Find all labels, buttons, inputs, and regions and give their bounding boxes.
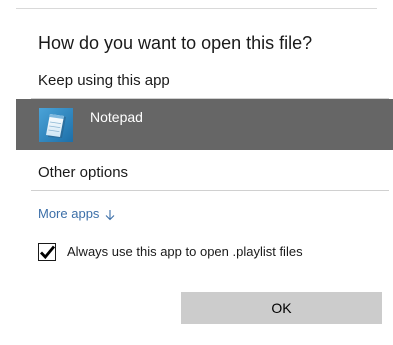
ok-button[interactable]: OK xyxy=(181,292,382,324)
app-name: Notepad xyxy=(90,109,143,125)
always-use-label: Always use this app to open .playlist fi… xyxy=(67,244,303,259)
other-options-label: Other options xyxy=(38,164,129,181)
notepad-icon xyxy=(39,108,73,142)
section-divider xyxy=(31,190,389,191)
dialog-title: How do you want to open this file? xyxy=(38,33,313,53)
more-apps-link[interactable]: More apps xyxy=(38,205,115,223)
top-divider xyxy=(16,8,377,9)
app-item-notepad[interactable]: Notepad xyxy=(16,99,393,150)
more-apps-label: More apps xyxy=(38,206,100,221)
checkmark-icon xyxy=(39,245,56,260)
always-use-option[interactable]: Always use this app to open .playlist fi… xyxy=(38,242,303,262)
arrow-down-icon xyxy=(105,208,115,221)
keep-using-label: Keep using this app xyxy=(38,72,170,89)
always-use-checkbox[interactable] xyxy=(38,243,56,261)
